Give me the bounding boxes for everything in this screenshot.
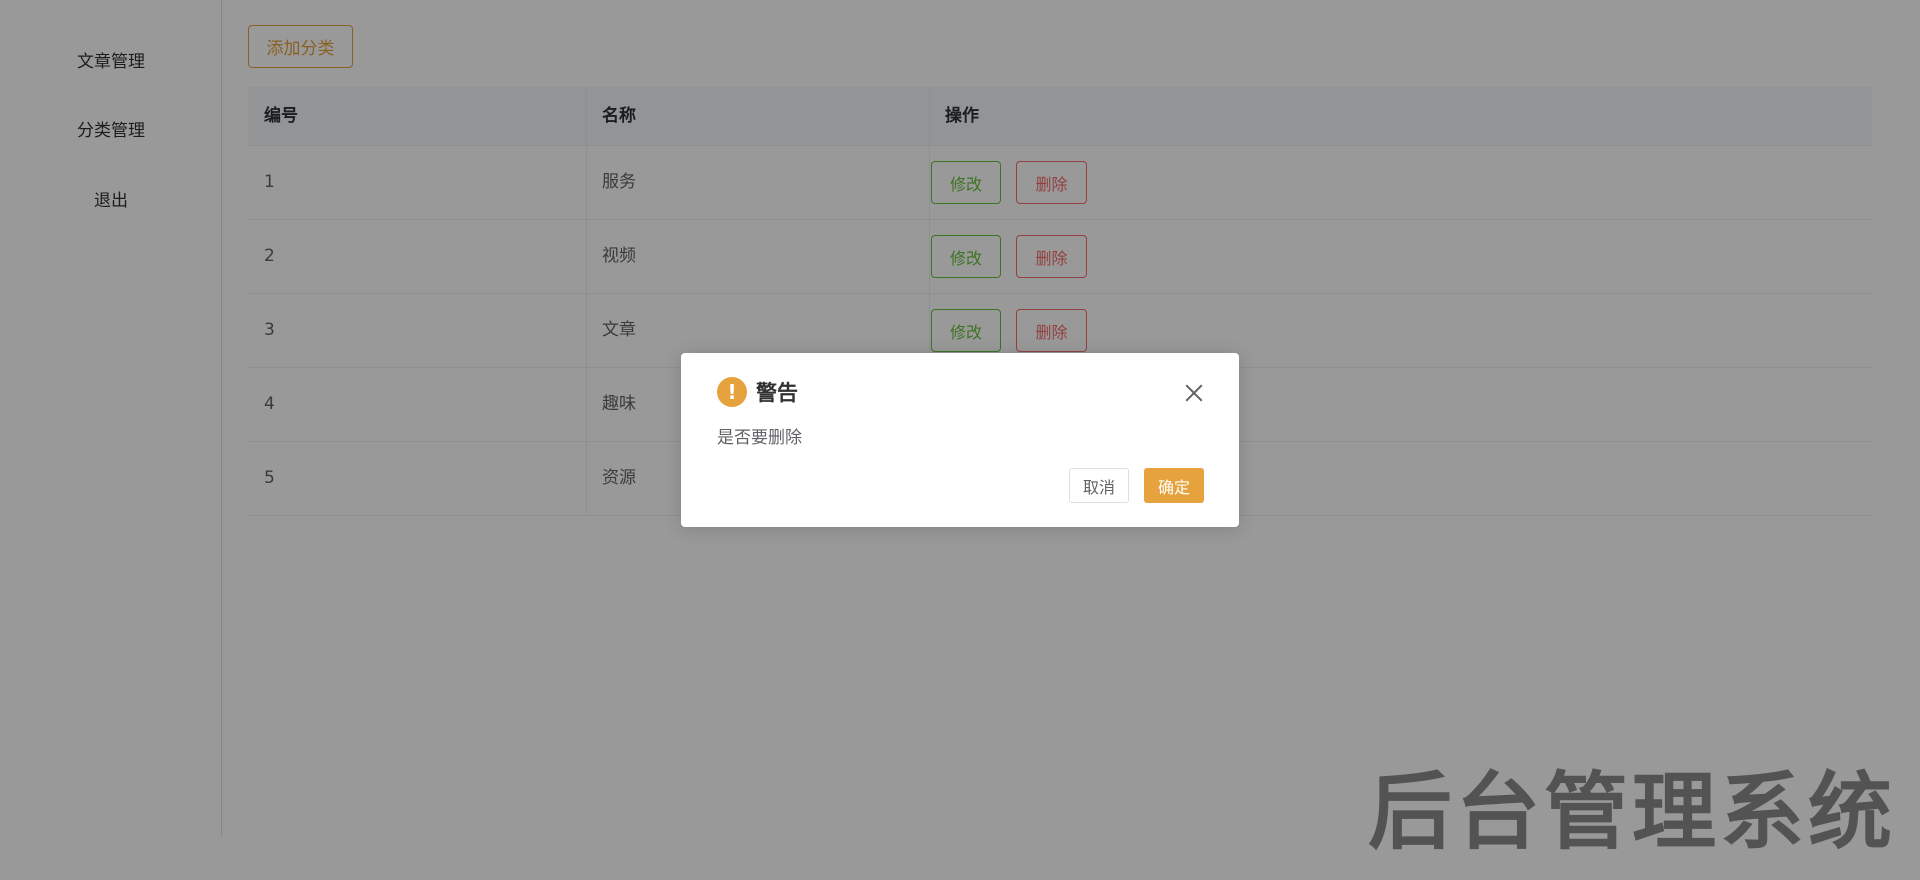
confirm-dialog: ! 警告 是否要删除 取消 确定 [681, 353, 1239, 527]
cancel-button[interactable]: 取消 [1069, 468, 1129, 503]
confirm-button[interactable]: 确定 [1144, 468, 1204, 503]
dialog-message: 是否要删除 [717, 428, 802, 448]
dialog-title: 警告 [756, 381, 798, 405]
close-icon[interactable] [1183, 382, 1205, 404]
dialog-header: ! 警告 [717, 377, 798, 407]
dialog-footer: 取消 确定 [1069, 468, 1204, 503]
warning-icon: ! [717, 377, 747, 407]
